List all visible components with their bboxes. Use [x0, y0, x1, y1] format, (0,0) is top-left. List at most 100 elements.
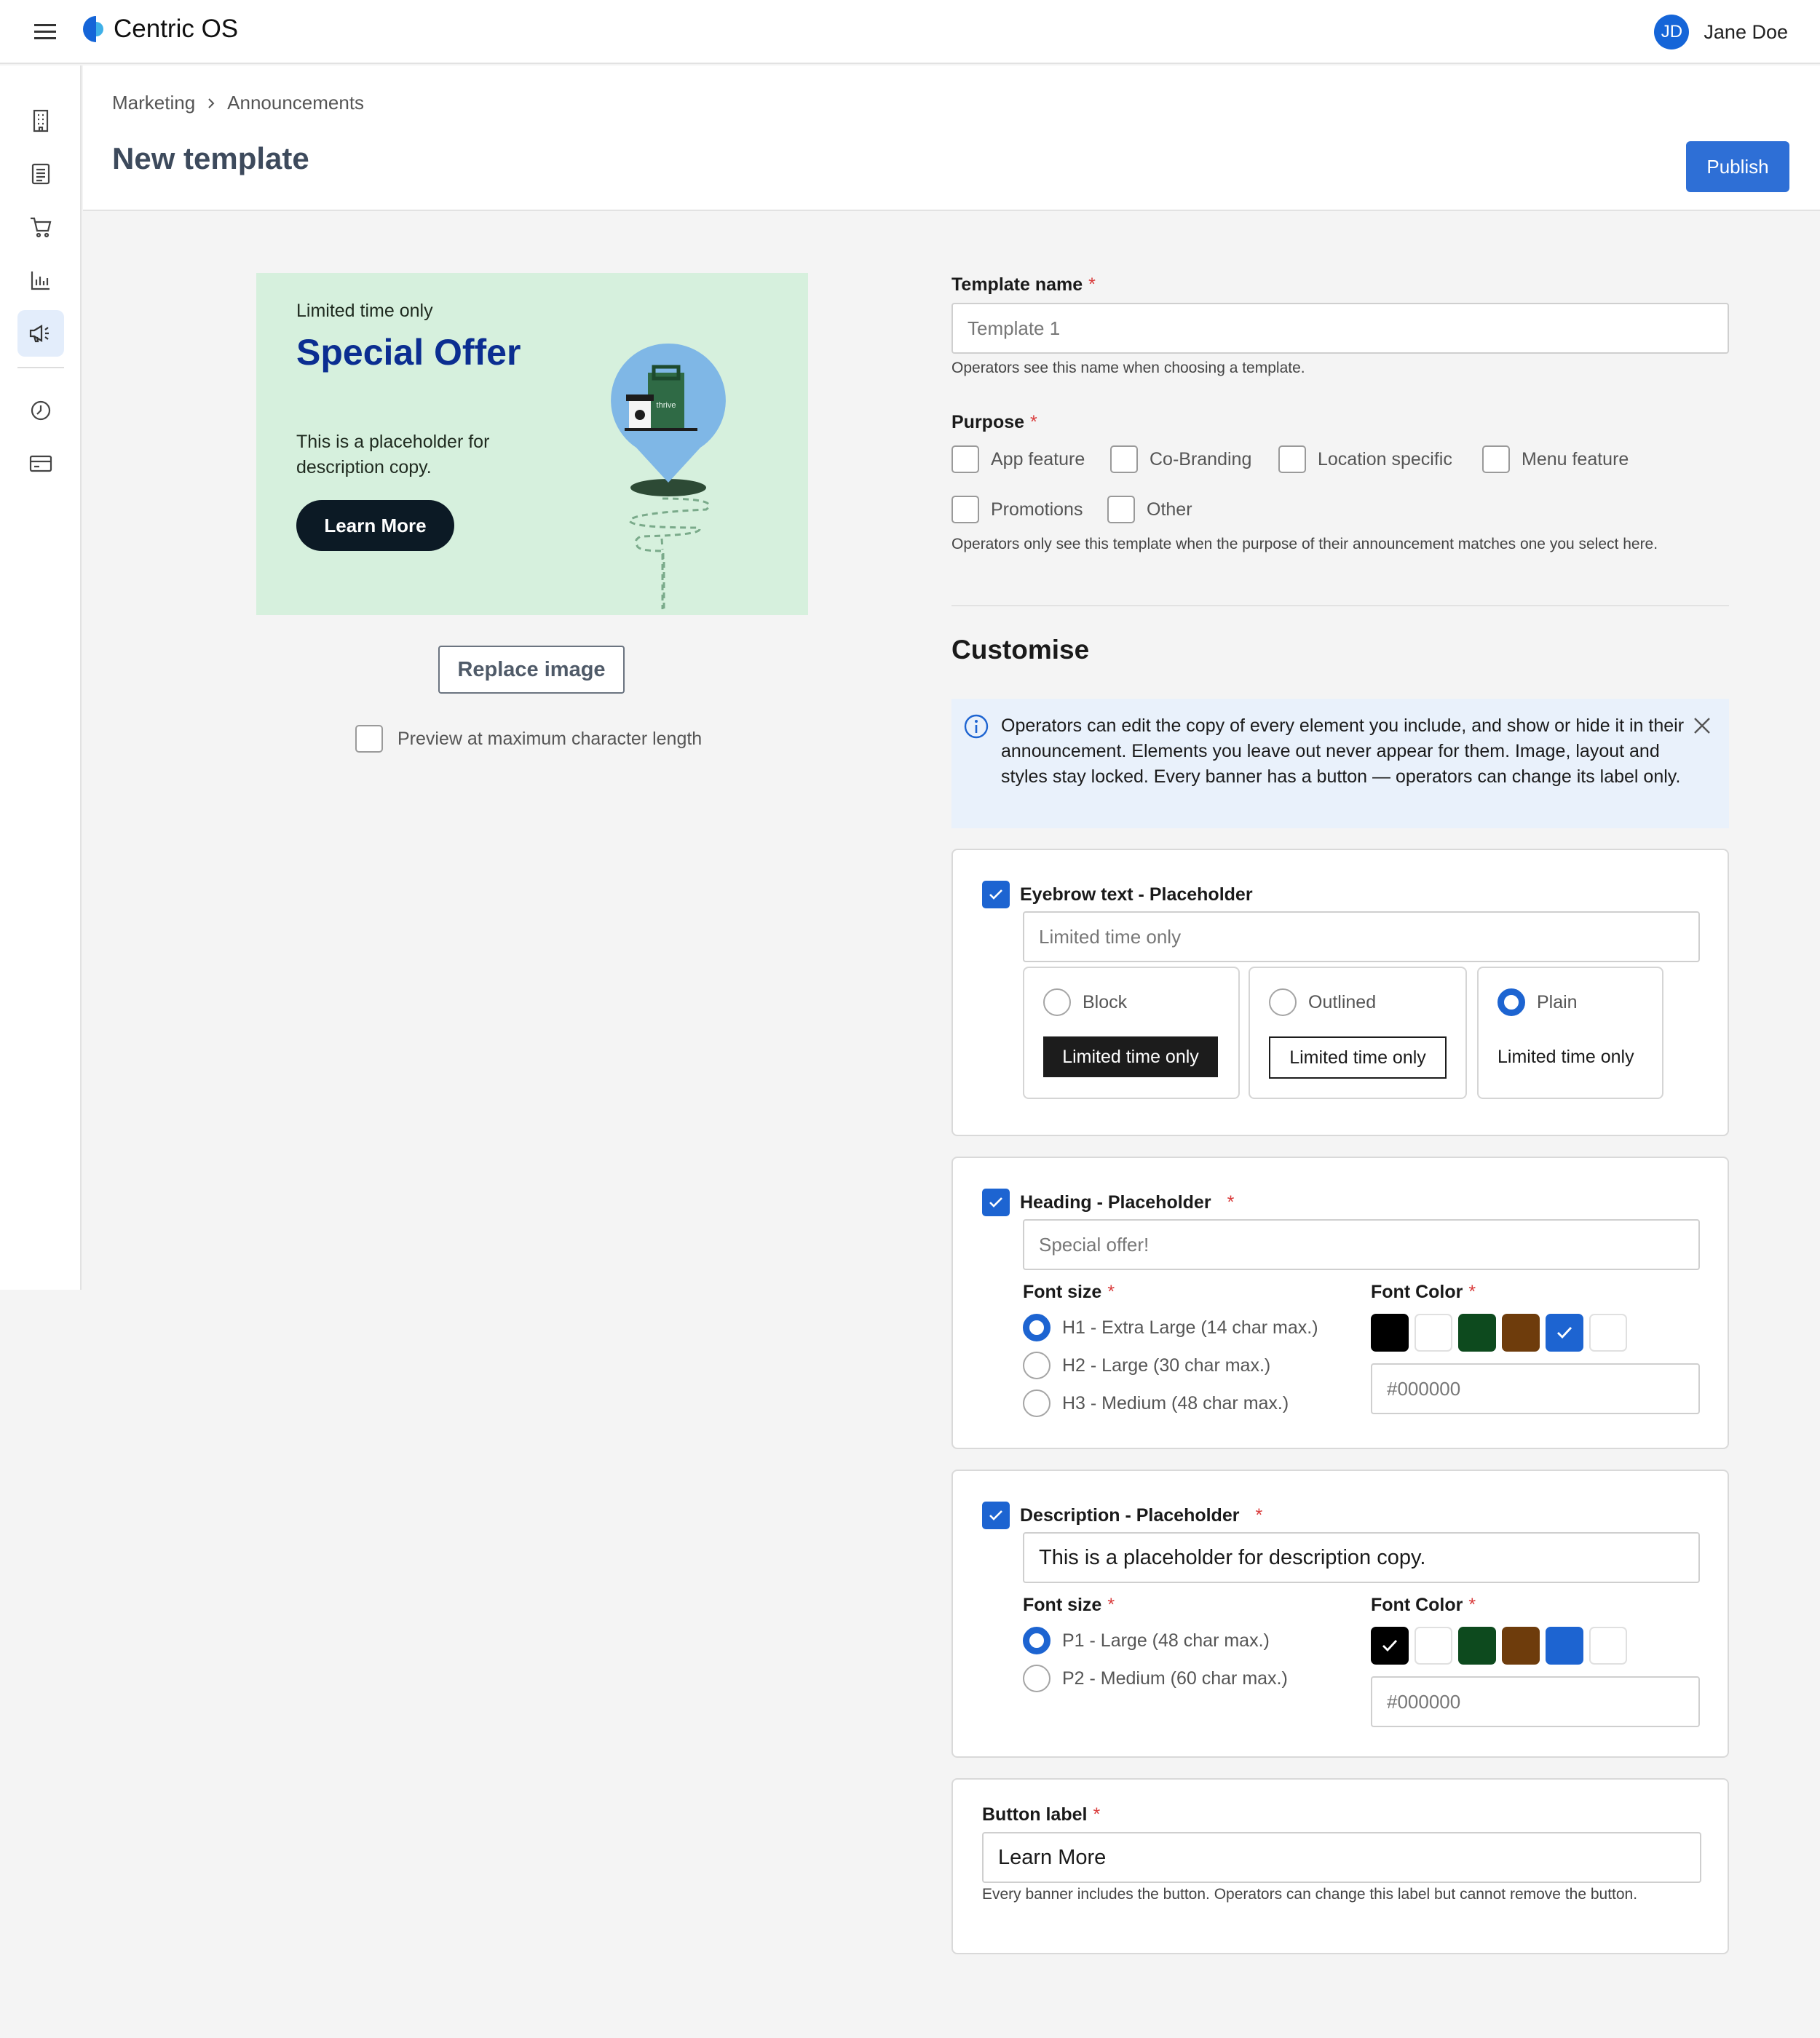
- purpose-checkbox[interactable]: [1107, 496, 1135, 523]
- replace-image-button[interactable]: Replace image: [438, 646, 625, 694]
- description-label: Description - Placeholder: [1020, 1504, 1240, 1526]
- map-pin-illustration: thrive: [611, 343, 726, 613]
- swatch-green[interactable]: [1458, 1627, 1496, 1665]
- breadcrumb: Marketing Announcements: [112, 92, 364, 114]
- swatch-white[interactable]: [1415, 1627, 1452, 1665]
- style-name: Block: [1083, 991, 1128, 1012]
- swatch-blue[interactable]: [1546, 1314, 1583, 1352]
- art-label: thrive: [657, 401, 676, 410]
- app-logo[interactable]: Centric OS: [82, 15, 238, 44]
- customise-title: Customise: [951, 635, 1090, 665]
- size-radio[interactable]: [1023, 1665, 1051, 1692]
- info-banner: Operators can edit the copy of every ele…: [951, 699, 1729, 828]
- eyebrow-card: Eyebrow text - Placeholder Limited time …: [951, 849, 1729, 1136]
- preview-eyebrow: Limited time only: [296, 301, 433, 321]
- swatch-brown[interactable]: [1502, 1314, 1540, 1352]
- heading-color-input[interactable]: #000000: [1371, 1363, 1700, 1414]
- swatch-green[interactable]: [1458, 1314, 1496, 1352]
- preview-max-length-checkbox[interactable]: [355, 725, 383, 753]
- heading-card: Heading - Placeholder * Special offer! Fo…: [951, 1157, 1729, 1449]
- size-radio[interactable]: [1023, 1314, 1051, 1341]
- button-label-card: Button label * Learn More Every banner in…: [951, 1778, 1729, 1954]
- preview-max-length-label: Preview at maximum character length: [397, 728, 703, 749]
- logo-icon: [83, 16, 103, 42]
- swatch-white[interactable]: [1415, 1314, 1452, 1352]
- banner-preview: Limited time only Special Offer This is …: [256, 273, 808, 615]
- document-icon[interactable]: [17, 151, 64, 197]
- user-menu[interactable]: JD Jane Doe: [1654, 15, 1788, 49]
- heading-checkbox[interactable]: [982, 1189, 1010, 1216]
- swatch-white[interactable]: [1589, 1314, 1627, 1352]
- purpose-co-branding[interactable]: Co-Branding: [1110, 445, 1251, 473]
- card-icon[interactable]: [17, 440, 64, 487]
- building-icon[interactable]: [17, 98, 64, 144]
- template-name-help: Operators see this name when choosing a …: [951, 360, 1305, 376]
- swatch-brown[interactable]: [1502, 1627, 1540, 1665]
- check-icon: [989, 889, 1002, 900]
- analytics-icon[interactable]: [17, 257, 64, 304]
- heading-input[interactable]: Special offer!: [1023, 1219, 1700, 1270]
- purpose-location-specific[interactable]: Location specific: [1278, 445, 1452, 473]
- breadcrumb-marketing[interactable]: Marketing: [112, 92, 195, 114]
- top-bar: Centric OS JD Jane Doe: [0, 0, 1820, 64]
- close-icon[interactable]: [1693, 716, 1712, 735]
- check-icon: [989, 1510, 1002, 1520]
- heading-size-h2[interactable]: H2 - Large (30 char max.): [1023, 1352, 1270, 1379]
- check-icon: [989, 1197, 1002, 1208]
- description-swatches: [1371, 1627, 1627, 1665]
- eyebrow-input[interactable]: Limited time only: [1023, 911, 1700, 962]
- megaphone-icon[interactable]: [17, 310, 64, 357]
- style-radio[interactable]: [1269, 988, 1297, 1016]
- swatch-black[interactable]: [1371, 1627, 1409, 1665]
- eyebrow-header: Eyebrow text - Placeholder: [982, 881, 1253, 908]
- purpose-checkbox[interactable]: [951, 496, 979, 523]
- user-name: Jane Doe: [1704, 20, 1788, 43]
- menu-icon[interactable]: [32, 19, 58, 45]
- swatch-blue[interactable]: [1546, 1627, 1583, 1665]
- purpose-promotions[interactable]: Promotions: [951, 496, 1083, 523]
- template-name-input[interactable]: Template 1: [951, 303, 1729, 354]
- breadcrumb-announcements[interactable]: Announcements: [227, 92, 364, 114]
- purpose-menu-feature[interactable]: Menu feature: [1482, 445, 1629, 473]
- purpose-checkbox[interactable]: [951, 445, 979, 473]
- info-text: Operators can edit the copy of every ele…: [1001, 715, 1685, 787]
- description-size-p1[interactable]: P1 - Large (48 char max.): [1023, 1627, 1270, 1654]
- style-sample: Limited time only: [1043, 1036, 1218, 1077]
- purpose-app-feature[interactable]: App feature: [951, 445, 1085, 473]
- heading-size-h3[interactable]: H3 - Medium (48 char max.): [1023, 1389, 1289, 1417]
- button-label-input[interactable]: Learn More: [982, 1832, 1701, 1883]
- eyebrow-style-block[interactable]: Block Limited time only: [1023, 967, 1240, 1099]
- avatar: JD: [1654, 15, 1690, 49]
- publish-button[interactable]: Publish: [1686, 141, 1789, 192]
- description-card: Description - Placeholder * This is a pla…: [951, 1470, 1729, 1758]
- style-radio[interactable]: [1497, 988, 1525, 1016]
- clock-icon[interactable]: [17, 387, 64, 434]
- heading-font-size-label: Font size *: [1023, 1282, 1115, 1302]
- swatch-white[interactable]: [1589, 1627, 1627, 1665]
- purpose-checkbox[interactable]: [1110, 445, 1138, 473]
- button-label-title: Button label *: [982, 1804, 1101, 1825]
- purpose-help: Operators only see this template when th…: [951, 536, 1658, 552]
- preview-learn-more-button: Learn More: [296, 500, 454, 551]
- heading-swatches: [1371, 1314, 1627, 1352]
- size-radio[interactable]: [1023, 1389, 1051, 1417]
- cart-icon[interactable]: [17, 204, 64, 250]
- description-color-input[interactable]: #000000: [1371, 1676, 1700, 1727]
- description-font-size-label: Font size *: [1023, 1595, 1115, 1615]
- eyebrow-style-outlined[interactable]: Outlined Limited time only: [1249, 967, 1467, 1099]
- description-checkbox[interactable]: [982, 1502, 1010, 1529]
- description-input[interactable]: This is a placeholder for description co…: [1023, 1532, 1700, 1583]
- eyebrow-checkbox[interactable]: [982, 881, 1010, 908]
- description-size-p2[interactable]: P2 - Medium (60 char max.): [1023, 1665, 1288, 1692]
- purpose-checkbox[interactable]: [1482, 445, 1510, 473]
- preview-max-length-row[interactable]: Preview at maximum character length: [355, 725, 702, 753]
- eyebrow-style-plain[interactable]: Plain Limited time only: [1477, 967, 1663, 1099]
- heading-size-h1[interactable]: H1 - Extra Large (14 char max.): [1023, 1314, 1318, 1341]
- purpose-checkbox[interactable]: [1278, 445, 1306, 473]
- style-radio[interactable]: [1043, 988, 1071, 1016]
- size-radio[interactable]: [1023, 1352, 1051, 1379]
- purpose-other[interactable]: Other: [1107, 496, 1192, 523]
- swatch-black[interactable]: [1371, 1314, 1409, 1352]
- sidebar: [0, 66, 82, 1290]
- size-radio[interactable]: [1023, 1627, 1051, 1654]
